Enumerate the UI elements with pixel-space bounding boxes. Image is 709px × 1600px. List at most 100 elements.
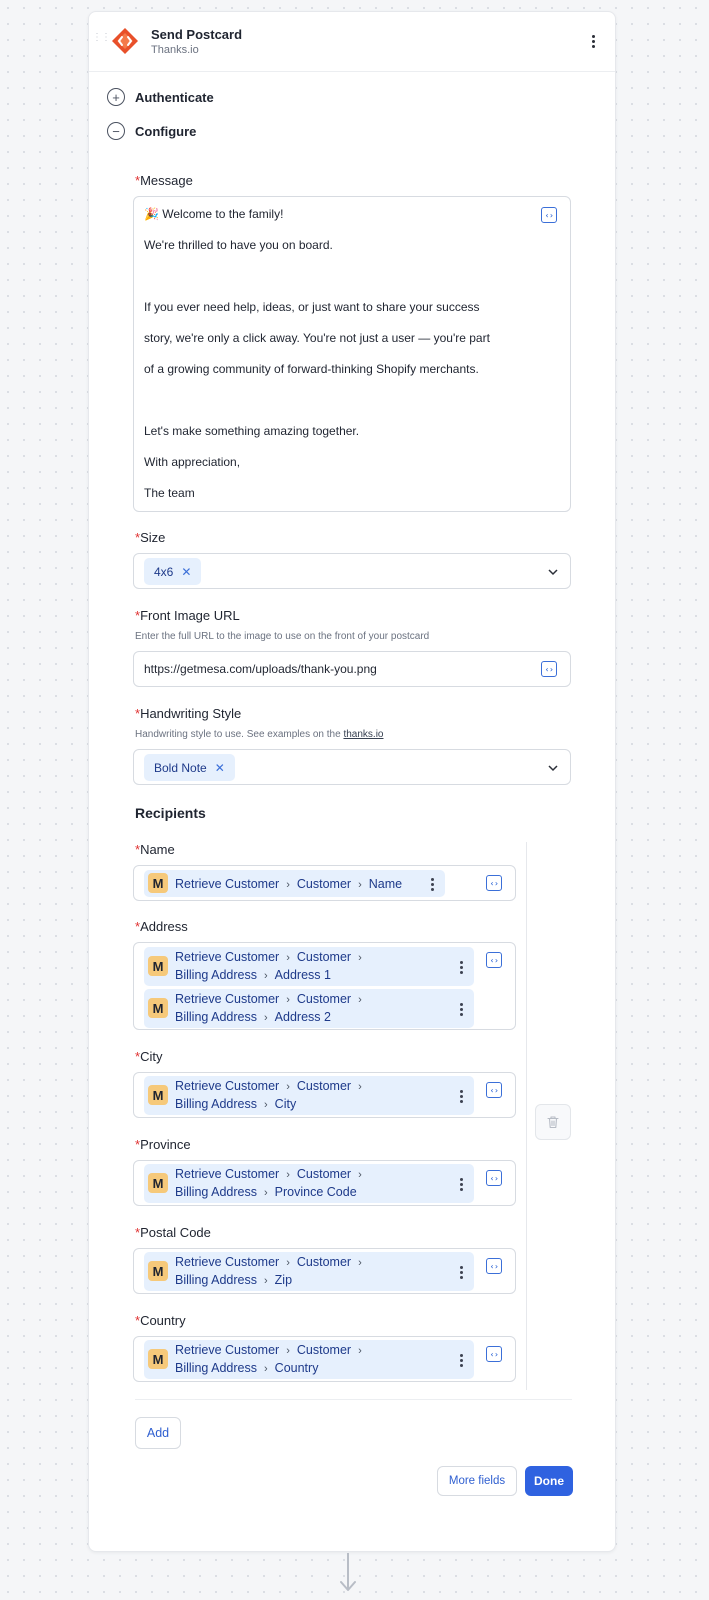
chevron-down-icon[interactable] (548, 567, 558, 577)
handwriting-select[interactable]: Bold Note ✕ (133, 749, 571, 785)
authenticate-label: Authenticate (135, 89, 214, 105)
variable-path-line1: Retrieve Customer › Customer › (175, 1343, 362, 1357)
more-fields-button[interactable]: More fields (437, 1466, 517, 1496)
insert-variable-icon[interactable]: ‹› (486, 1170, 502, 1186)
variable-path-line2: Billing Address › Address 1 (175, 968, 331, 982)
mesa-badge-icon: M (148, 1085, 168, 1105)
handwriting-chip: Bold Note ✕ (144, 754, 235, 781)
front-image-label: *Front Image URL (135, 608, 240, 623)
thanks-io-link[interactable]: thanks.io (343, 729, 383, 740)
insert-variable-icon[interactable]: ‹› (486, 1346, 502, 1362)
message-line: The team (144, 486, 195, 500)
variable-pill[interactable]: M Retrieve Customer › Customer › Billing Ad… (144, 1076, 474, 1115)
variable-path: Retrieve Customer › Customer › Name (175, 877, 403, 891)
insert-variable-icon[interactable]: ‹› (486, 952, 502, 968)
message-line: Let's make something amazing together. (144, 424, 360, 438)
message-textarea[interactable]: 🎉 Welcome to the family! We're thrilled … (133, 196, 571, 512)
recipient-address-input[interactable]: M Retrieve Customer › Customer › Billing Ad… (133, 942, 516, 1030)
recipient-city-input[interactable]: M Retrieve Customer › Customer › Billing Ad… (133, 1072, 516, 1118)
chevron-down-icon[interactable] (548, 763, 558, 773)
recipient-province-label: *Province (135, 1137, 191, 1152)
recipient-postal-input[interactable]: M Retrieve Customer › Customer › Billing Ad… (133, 1248, 516, 1294)
recipient-country-label: *Country (135, 1313, 186, 1328)
size-chip: 4x6 ✕ (144, 558, 202, 585)
minus-circle-icon: − (107, 122, 125, 140)
variable-path-line1: Retrieve Customer › Customer › (175, 1255, 362, 1269)
delete-recipient-button[interactable] (535, 1104, 571, 1140)
recipient-city-label: *City (135, 1049, 163, 1064)
done-button[interactable]: Done (525, 1466, 573, 1496)
front-image-help: Enter the full URL to the image to use o… (135, 631, 430, 642)
mesa-badge-icon: M (148, 1173, 168, 1193)
pill-menu-icon[interactable] (458, 1352, 464, 1368)
mesa-badge-icon: M (148, 956, 168, 976)
recipient-province-input[interactable]: M Retrieve Customer › Customer › Billing Ad… (133, 1160, 516, 1206)
step-title: Send Postcard (151, 27, 243, 42)
thanks-io-logo-icon (112, 28, 138, 54)
recipient-group-divider (526, 842, 527, 1390)
variable-pill[interactable]: M Retrieve Customer › Customer › Billing Ad… (144, 1252, 474, 1291)
plus-circle-icon: + (107, 88, 125, 106)
mesa-badge-icon: M (148, 998, 168, 1018)
variable-path-line1: Retrieve Customer › Customer › (175, 992, 362, 1006)
remove-size-icon[interactable]: ✕ (181, 565, 191, 579)
mesa-badge-icon: M (148, 1261, 168, 1281)
variable-path-line2: Billing Address › Province Code (175, 1185, 357, 1199)
trash-icon (547, 1116, 559, 1129)
handwriting-label: *Handwriting Style (135, 706, 242, 721)
pill-menu-icon[interactable] (458, 1001, 464, 1017)
message-line: With appreciation, (144, 455, 241, 469)
front-image-url-input[interactable]: https://getmesa.com/uploads/thank-you.pn… (133, 651, 571, 687)
variable-path-line2: Billing Address › Country (175, 1361, 319, 1375)
mesa-badge-icon: M (148, 1349, 168, 1369)
variable-pill[interactable]: M Retrieve Customer › Customer › Billing Ad… (144, 989, 474, 1028)
insert-variable-icon[interactable]: ‹› (541, 207, 557, 223)
pill-menu-icon[interactable] (458, 1176, 464, 1192)
recipient-name-label: *Name (135, 842, 175, 857)
variable-path-line1: Retrieve Customer › Customer › (175, 1167, 362, 1181)
step-menu-icon[interactable] (585, 32, 601, 50)
step-header: ⋮⋮ Send Postcard Thanks.io (89, 12, 615, 72)
front-image-url-value: https://getmesa.com/uploads/thank-you.pn… (144, 662, 377, 676)
message-line: story, we're only a click away. You're n… (144, 331, 490, 345)
message-line: If you ever need help, ideas, or just wa… (144, 300, 480, 314)
pill-menu-icon[interactable] (458, 1088, 464, 1104)
pill-menu-icon[interactable] (458, 959, 464, 975)
pill-menu-icon[interactable] (429, 876, 435, 892)
authenticate-section-toggle[interactable]: + Authenticate (107, 88, 214, 106)
size-chip-label: 4x6 (154, 564, 174, 579)
message-label: *Message (135, 173, 193, 188)
message-line: of a growing community of forward-thinki… (144, 362, 479, 376)
flow-arrow-down-icon (340, 1553, 356, 1591)
configure-section-toggle[interactable]: − Configure (107, 122, 196, 140)
step-app-name: Thanks.io (151, 44, 199, 56)
variable-pill[interactable]: M Retrieve Customer › Customer › Name (144, 870, 445, 897)
recipient-country-input[interactable]: M Retrieve Customer › Customer › Billing Ad… (133, 1336, 516, 1382)
recipients-divider (135, 1399, 572, 1400)
insert-variable-icon[interactable]: ‹› (541, 661, 557, 677)
recipient-postal-label: *Postal Code (135, 1225, 211, 1240)
remove-handwriting-icon[interactable]: ✕ (215, 761, 225, 775)
message-line: 🎉 Welcome to the family! (144, 207, 284, 221)
variable-path-line2: Billing Address › City (175, 1097, 297, 1111)
variable-path-line2: Billing Address › Address 2 (175, 1010, 331, 1024)
variable-path-line2: Billing Address › Zip (175, 1273, 293, 1287)
pill-menu-icon[interactable] (458, 1264, 464, 1280)
insert-variable-icon[interactable]: ‹› (486, 1258, 502, 1274)
variable-pill[interactable]: M Retrieve Customer › Customer › Billing Ad… (144, 1164, 474, 1203)
size-select[interactable]: 4x6 ✕ (133, 553, 571, 589)
insert-variable-icon[interactable]: ‹› (486, 1082, 502, 1098)
variable-pill[interactable]: M Retrieve Customer › Customer › Billing Ad… (144, 1340, 474, 1379)
recipients-title: Recipients (135, 805, 206, 821)
variable-pill[interactable]: M Retrieve Customer › Customer › Billing Ad… (144, 947, 474, 986)
add-recipient-button[interactable]: Add (135, 1417, 181, 1449)
size-label: *Size (135, 530, 166, 545)
send-postcard-step-card: ⋮⋮ Send Postcard Thanks.io + Authenticat… (88, 11, 616, 1552)
drag-handle-icon[interactable]: ⋮⋮ (92, 33, 111, 43)
mesa-badge-icon: M (148, 873, 168, 893)
insert-variable-icon[interactable]: ‹› (486, 875, 502, 891)
recipient-name-input[interactable]: M Retrieve Customer › Customer › Name ‹› (133, 865, 516, 901)
message-line: We're thrilled to have you on board. (144, 238, 333, 252)
handwriting-chip-label: Bold Note (154, 760, 207, 775)
variable-path-line1: Retrieve Customer › Customer › (175, 1079, 362, 1093)
